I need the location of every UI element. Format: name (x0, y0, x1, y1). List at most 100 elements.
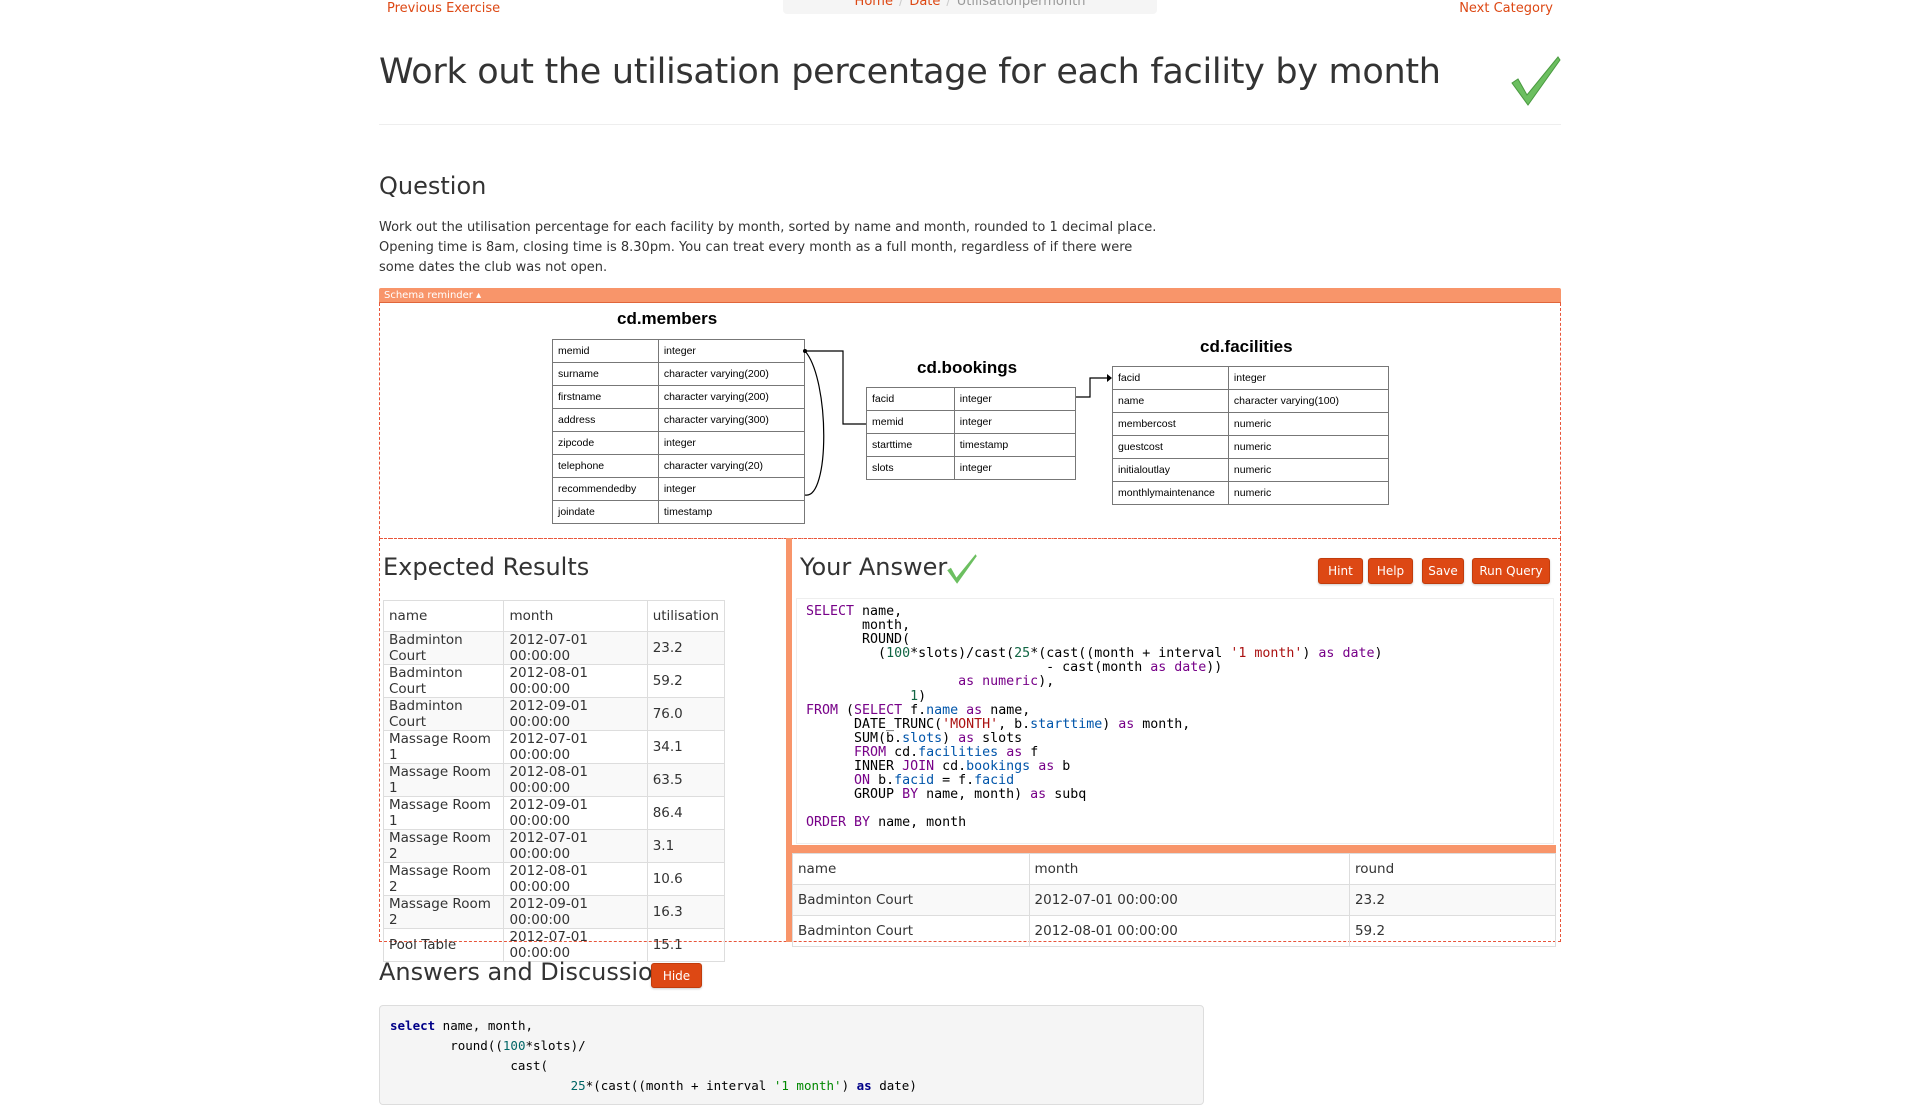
schema-row: joindate timestamp (552, 500, 806, 524)
table-cell: 2012-08-01 00:00:00 (503, 664, 648, 698)
table-cell: 2012-08-01 00:00:00 (503, 862, 648, 896)
solution-code: select name, month, round((100*slots)/ c… (379, 1005, 1204, 1105)
schema-row: initialoutlay numeric (1112, 458, 1390, 482)
breadcrumb: Home / Date / Utilisationpermonth (783, 0, 1157, 14)
answer-correct-icon (947, 554, 977, 584)
table-cell: Pool Table (382, 928, 505, 962)
run-query-button[interactable]: Run Query (1472, 558, 1550, 584)
column-type: numeric (1227, 481, 1390, 505)
table-cell: 2012-07-01 00:00:00 (503, 829, 648, 863)
table-row: Massage Room 2 2012-08-01 00:00:00 10.6 (382, 862, 726, 896)
column-header: month (503, 600, 648, 632)
column-name: recommendedby (552, 477, 659, 501)
table-cell: Badminton Court (382, 631, 505, 665)
your-answer-heading: Your Answer (800, 553, 948, 581)
table-cell: 2012-08-01 00:00:00 (503, 763, 648, 797)
header-row: name month utilisation (382, 600, 726, 632)
table-cell: 86.4 (646, 796, 726, 830)
table-cell: 2012-09-01 00:00:00 (503, 796, 648, 830)
table-cell: 3.1 (646, 829, 726, 863)
facilities-schema-table: facid integer name character varying(100) me… (1112, 366, 1390, 505)
table-row: Badminton Court 2012-08-01 00:00:00 59.2 (382, 664, 726, 698)
table-cell: 23.2 (646, 631, 726, 665)
column-type: numeric (1227, 458, 1390, 482)
expected-results-heading: Expected Results (383, 553, 590, 581)
table-cell: 10.6 (646, 862, 726, 896)
breadcrumb-current: Utilisationpermonth (956, 0, 1086, 9)
column-header: month (1028, 853, 1350, 885)
table-row: Badminton Court 2012-07-01 00:00:00 23.2 (792, 884, 1557, 916)
table-cell: 15.1 (646, 928, 726, 962)
column-type: integer (657, 477, 806, 501)
table-row: Massage Room 2 2012-09-01 00:00:00 16.3 (382, 895, 726, 929)
table-cell: 59.2 (1348, 915, 1557, 947)
table-row: Massage Room 1 2012-07-01 00:00:00 34.1 (382, 730, 726, 764)
column-header: name (382, 600, 505, 632)
table-cell: 59.2 (646, 664, 726, 698)
schema-row: zipcode integer (552, 431, 806, 455)
schema-row: name character varying(100) (1112, 389, 1390, 413)
schema-row: telephone character varying(20) (552, 454, 806, 478)
schema-row: facid integer (1112, 366, 1390, 390)
column-type: character varying(100) (1227, 389, 1390, 413)
table-cell: 23.2 (1348, 884, 1557, 916)
table-row: Badminton Court 2012-07-01 00:00:00 23.2 (382, 631, 726, 665)
column-name: memid (552, 339, 659, 363)
column-name: joindate (552, 500, 659, 524)
table-row: Badminton Court 2012-09-01 00:00:00 76.0 (382, 697, 726, 731)
schema-row: firstname character varying(200) (552, 385, 806, 409)
schema-row: membercost numeric (1112, 412, 1390, 436)
schema-reminder-toggle[interactable]: Schema reminder ▴ (379, 288, 1561, 303)
checkmark-icon (1511, 56, 1561, 106)
table-cell: 2012-07-01 00:00:00 (503, 928, 648, 962)
column-type: numeric (1227, 435, 1390, 459)
expected-results-table: name month utilisation Badminton Court 2012-… (382, 600, 726, 962)
table-cell: 2012-07-01 00:00:00 (503, 730, 648, 764)
hint-button[interactable]: Hint (1318, 558, 1363, 584)
breadcrumb-home[interactable]: Home (855, 0, 893, 9)
header-row: name month round (792, 853, 1557, 885)
table-row: Pool Table 2012-07-01 00:00:00 15.1 (382, 928, 726, 962)
table-cell: Massage Room 1 (382, 763, 505, 797)
table-cell: Badminton Court (792, 884, 1030, 916)
column-header: round (1348, 853, 1557, 885)
previous-exercise-link[interactable]: Previous Exercise (387, 1, 500, 17)
table-cell: Massage Room 1 (382, 730, 505, 764)
help-button[interactable]: Help (1368, 558, 1413, 584)
question-heading: Question (379, 172, 487, 200)
table-cell: 2012-07-01 00:00:00 (1028, 884, 1350, 916)
column-type: numeric (1227, 412, 1390, 436)
table-cell: 2012-09-01 00:00:00 (503, 895, 648, 929)
breadcrumb-date[interactable]: Date (909, 0, 940, 9)
answers-discussion-heading: Answers and Discussion (379, 958, 668, 986)
results-resize-handle[interactable] (792, 845, 1556, 853)
table-cell: Massage Room 2 (382, 862, 505, 896)
hide-button[interactable]: Hide (651, 963, 702, 988)
schema-row: memid integer (552, 339, 806, 363)
column-type: timestamp (657, 500, 806, 524)
table-cell: 2012-09-01 00:00:00 (503, 697, 648, 731)
facilities-table-title: cd.facilities (1200, 337, 1293, 356)
divider (379, 124, 1561, 125)
column-header: utilisation (646, 600, 726, 632)
column-name: firstname (552, 385, 659, 409)
table-cell: Massage Room 1 (382, 796, 505, 830)
schema-row: monthlymaintenance numeric (1112, 481, 1390, 505)
save-button[interactable]: Save (1422, 558, 1464, 584)
column-type: integer (657, 431, 806, 455)
page-title: Work out the utilisation percentage for … (379, 52, 1441, 92)
column-type: character varying(300) (657, 408, 806, 432)
query-editor[interactable]: SELECT name, month, ROUND( (100*slots)/c… (796, 598, 1554, 844)
table-cell: Badminton Court (792, 915, 1030, 947)
table-cell: 16.3 (646, 895, 726, 929)
next-category-link[interactable]: Next Category (1459, 1, 1553, 17)
column-name: address (552, 408, 659, 432)
column-name: zipcode (552, 431, 659, 455)
column-name: guestcost (1112, 435, 1229, 459)
table-cell: 76.0 (646, 697, 726, 731)
column-name: initialoutlay (1112, 458, 1229, 482)
column-header: name (792, 853, 1030, 885)
members-schema-table: memid integer surname character varying(200… (552, 339, 806, 524)
table-cell: 34.1 (646, 730, 726, 764)
table-row: Massage Room 1 2012-08-01 00:00:00 63.5 (382, 763, 726, 797)
